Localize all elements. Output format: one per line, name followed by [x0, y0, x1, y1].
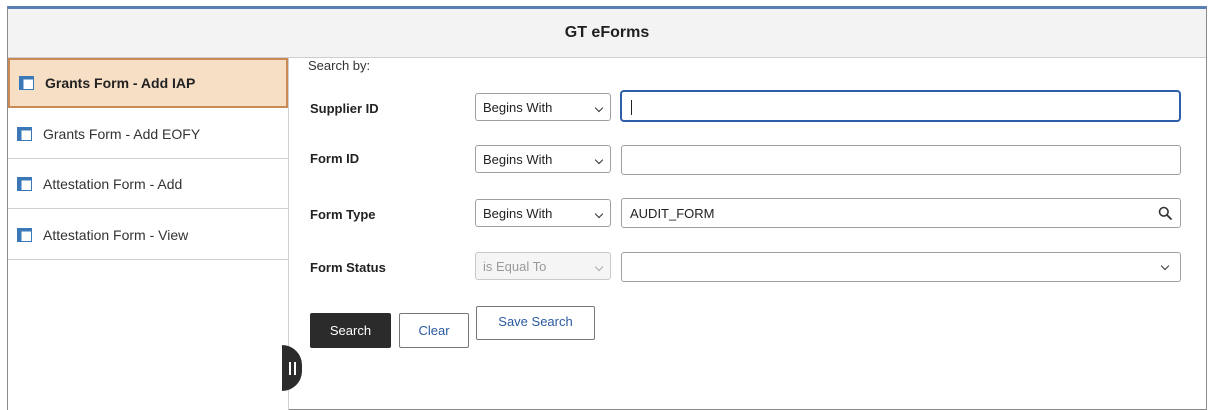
component-icon [19, 76, 34, 90]
chevron-down-icon [594, 209, 604, 219]
select-value: Begins With [483, 152, 553, 167]
page-header: GT eForms [8, 9, 1206, 58]
clear-button[interactable]: Clear [399, 313, 469, 348]
form-status-operator-select: is Equal To [475, 252, 611, 280]
sidebar-item-label: Grants Form - Add EOFY [43, 125, 201, 142]
form-id-operator-select[interactable]: Begins With [475, 145, 611, 173]
form-status-label: Form Status [310, 260, 386, 275]
chevron-down-icon [594, 103, 604, 113]
supplier-id-operator-select[interactable]: Begins With [475, 93, 611, 121]
chevron-down-icon [594, 262, 604, 272]
sidebar-item-attestation-form-view[interactable]: Attestation Form - View [8, 210, 288, 260]
form-type-operator-select[interactable]: Begins With [475, 199, 611, 227]
search-icon[interactable] [1158, 206, 1172, 220]
sidebar-item-label: Attestation Form - View [43, 226, 189, 243]
sidebar-item-attestation-form-add[interactable]: Attestation Form - Add [8, 159, 288, 209]
form-id-label: Form ID [310, 151, 360, 166]
chevron-down-icon [594, 155, 604, 165]
sidebar-item-label: Attestation Form - Add [43, 175, 183, 192]
sidebar: Grants Form - Add IAP Grants Form - Add … [8, 58, 289, 410]
save-search-button[interactable]: Save Search [476, 306, 595, 340]
component-icon [17, 176, 32, 191]
supplier-id-label: Supplier ID [310, 101, 379, 116]
select-value: Begins With [483, 206, 553, 221]
supplier-id-input[interactable] [620, 90, 1181, 122]
sidebar-item-grants-form-add-eofy[interactable]: Grants Form - Add EOFY [8, 109, 288, 159]
component-icon [17, 126, 32, 141]
collapse-handle-icon [288, 361, 296, 375]
search-by-label: Search by: [308, 58, 371, 73]
text-caret [631, 100, 632, 115]
form-type-label: Form Type [310, 207, 376, 222]
input-value: AUDIT_FORM [630, 206, 715, 221]
select-value: is Equal To [483, 259, 547, 274]
form-status-dropdown[interactable] [621, 252, 1181, 282]
component-icon [17, 227, 32, 242]
search-button[interactable]: Search [310, 313, 391, 348]
form-type-input[interactable]: AUDIT_FORM [621, 198, 1181, 228]
form-id-input[interactable] [621, 145, 1181, 175]
chevron-down-icon [1160, 261, 1170, 271]
sidebar-item-grants-form-add-iap[interactable]: Grants Form - Add IAP [8, 58, 288, 108]
page-title: GT eForms [564, 24, 650, 41]
select-value: Begins With [483, 100, 553, 115]
sidebar-item-label: Grants Form - Add IAP [45, 75, 196, 91]
